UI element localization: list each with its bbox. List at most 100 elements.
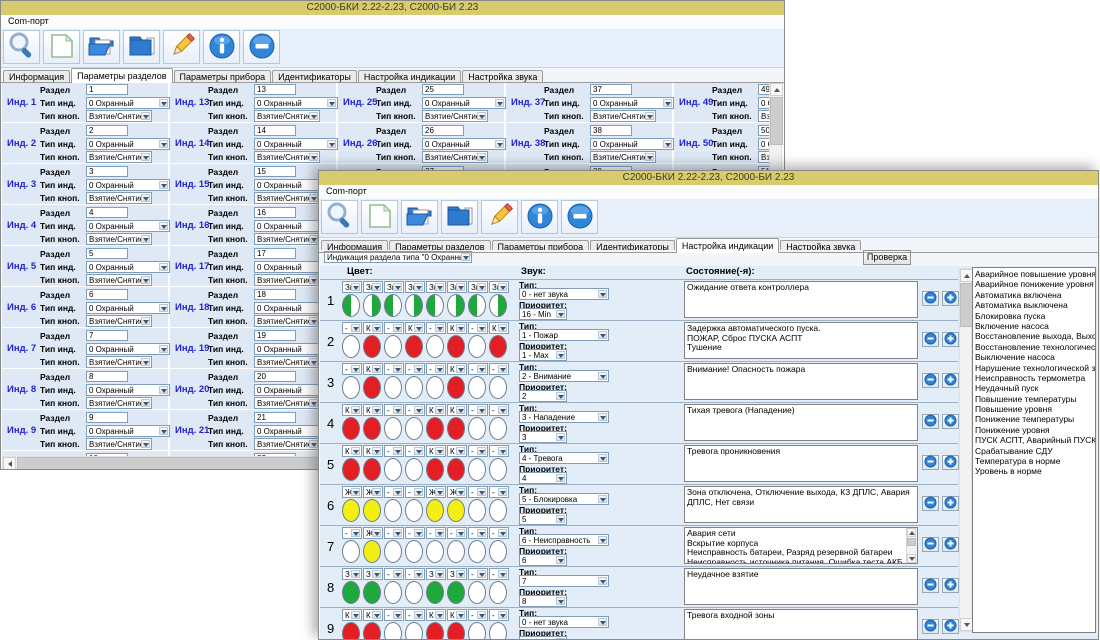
section-number-input[interactable] <box>254 84 296 95</box>
color-select[interactable]: - <box>468 568 488 580</box>
color-select[interactable]: Ж <box>363 527 383 539</box>
vertical-scrollbar[interactable] <box>959 268 972 632</box>
tab-indication-settings[interactable]: Настройка индикации <box>358 70 461 83</box>
color-select[interactable]: - <box>342 322 362 334</box>
event-list-item[interactable]: Автоматика включена <box>975 290 1095 300</box>
event-list-item[interactable]: Восстановление технологической зоны, <box>975 342 1095 352</box>
btn-type-select[interactable]: Взятие/Снятие <box>422 110 488 122</box>
ind-type-select[interactable]: 0 Охранный <box>422 97 506 109</box>
color-select[interactable]: - <box>468 609 488 621</box>
event-list-item[interactable]: Понижение уровня <box>975 425 1095 435</box>
toolbar-button-new-file[interactable] <box>43 30 80 64</box>
color-select[interactable]: - <box>468 322 488 334</box>
toolbar-button-pencil[interactable] <box>481 200 518 234</box>
states-box[interactable]: Внимание! Опасность пожара <box>684 363 918 400</box>
section-number-input[interactable] <box>254 330 296 341</box>
sound-type-select[interactable]: 4 - Тревога <box>519 452 609 464</box>
color-select[interactable]: К <box>405 322 425 334</box>
section-number-input[interactable] <box>254 289 296 300</box>
color-select[interactable]: К <box>447 445 467 457</box>
scroll-up-button[interactable] <box>770 83 783 96</box>
priority-select[interactable] <box>519 636 567 640</box>
btn-type-select[interactable]: Взятие/Снятие <box>254 397 320 409</box>
ind-type-select[interactable]: 0 Охранный <box>86 138 170 150</box>
toolbar-button-new-file[interactable] <box>361 200 398 234</box>
color-select[interactable]: К <box>342 445 362 457</box>
sound-type-select[interactable]: 7 <box>519 575 609 587</box>
priority-select[interactable]: 6 <box>519 554 567 566</box>
tab-identifiers[interactable]: Идентификаторы <box>590 240 675 253</box>
color-select[interactable]: - <box>405 568 425 580</box>
color-select[interactable]: К <box>426 404 446 416</box>
color-select[interactable]: - <box>489 609 509 621</box>
color-select[interactable]: Зп <box>426 281 446 293</box>
remove-state-button[interactable] <box>922 414 939 429</box>
section-number-input[interactable] <box>254 166 296 177</box>
color-select[interactable]: К <box>447 363 467 375</box>
ind-type-select[interactable]: 0 Охранный <box>86 261 170 273</box>
scroll-left-button[interactable] <box>3 457 16 470</box>
section-number-input[interactable] <box>254 412 296 423</box>
add-state-button[interactable] <box>942 455 959 470</box>
sound-type-select[interactable]: 3 - Нападение <box>519 411 609 423</box>
ind-type-select[interactable]: 0 Охранный <box>254 97 338 109</box>
color-select[interactable]: Ж <box>447 486 467 498</box>
color-select[interactable]: Зп <box>489 281 509 293</box>
color-select[interactable]: - <box>426 363 446 375</box>
btn-type-select[interactable]: Взятие/Снятие <box>254 315 320 327</box>
btn-type-select[interactable]: Взятие/Снятие <box>86 233 152 245</box>
color-select[interactable]: - <box>384 404 404 416</box>
states-box[interactable]: Задержка автоматического пуска. ПОЖАР, С… <box>684 322 918 359</box>
states-box[interactable]: Зона отключена, Отключение выхода, КЗ ДП… <box>684 486 918 523</box>
event-list-item[interactable]: Выключение насоса <box>975 352 1095 362</box>
color-select[interactable]: - <box>468 486 488 498</box>
section-number-input[interactable] <box>86 207 128 218</box>
color-select[interactable]: - <box>384 609 404 621</box>
section-number-input[interactable] <box>86 330 128 341</box>
sound-type-select[interactable]: 1 - Пожар <box>519 329 609 341</box>
btn-type-select[interactable]: Взятие/Снятие <box>254 356 320 368</box>
btn-type-select[interactable]: Взятие/Снятие <box>86 438 152 450</box>
btn-type-select[interactable]: Взятие/Снятие <box>590 151 656 163</box>
ind-type-select[interactable]: 0 Охранный <box>590 138 674 150</box>
color-select[interactable]: - <box>384 527 404 539</box>
remove-state-button[interactable] <box>922 291 939 306</box>
ind-type-select[interactable]: 0 Охранный <box>86 343 170 355</box>
color-select[interactable]: - <box>426 322 446 334</box>
priority-select[interactable]: 16 - Min <box>519 308 567 320</box>
toolbar-button-open-folder[interactable] <box>83 30 120 64</box>
btn-type-select[interactable]: Взятие/Снятие <box>86 151 152 163</box>
btn-type-select[interactable]: Взятие/Снятие <box>254 110 320 122</box>
color-select[interactable]: - <box>405 445 425 457</box>
btn-type-select[interactable]: Взятие/Снятие <box>86 110 152 122</box>
btn-type-select[interactable]: Взятие/Снятие <box>254 274 320 286</box>
add-state-button[interactable] <box>942 332 959 347</box>
section-number-input[interactable] <box>590 125 632 136</box>
event-list-item[interactable]: Аварийное понижение уровня <box>975 279 1095 289</box>
states-scrollbar[interactable] <box>906 528 917 563</box>
color-select[interactable]: - <box>468 363 488 375</box>
section-number-input[interactable] <box>254 248 296 259</box>
color-select[interactable]: К <box>426 445 446 457</box>
color-select[interactable]: К <box>426 609 446 621</box>
event-list-item[interactable]: Повышение температуры <box>975 394 1095 404</box>
menu-com-port[interactable]: Com-порт <box>8 16 49 26</box>
priority-select[interactable]: 3 <box>519 431 567 443</box>
color-select[interactable]: К <box>363 609 383 621</box>
add-state-button[interactable] <box>942 537 959 552</box>
btn-type-select[interactable]: Взятие/Снятие <box>254 438 320 450</box>
add-state-button[interactable] <box>942 496 959 511</box>
color-select[interactable]: К <box>447 322 467 334</box>
remove-state-button[interactable] <box>922 455 939 470</box>
event-list-item[interactable]: Блокировка пуска <box>975 311 1095 321</box>
color-select[interactable]: - <box>426 527 446 539</box>
add-state-button[interactable] <box>942 291 959 306</box>
event-list-item[interactable]: Нарушение технологической зоны <box>975 363 1095 373</box>
color-select[interactable]: - <box>384 445 404 457</box>
color-select[interactable]: Зп <box>363 281 383 293</box>
color-select[interactable]: - <box>405 609 425 621</box>
event-list-item[interactable]: Уровень в норме <box>975 466 1095 476</box>
color-select[interactable]: Зп <box>342 281 362 293</box>
ind-type-select[interactable]: 0 Охранный <box>422 138 506 150</box>
color-select[interactable]: К <box>447 609 467 621</box>
